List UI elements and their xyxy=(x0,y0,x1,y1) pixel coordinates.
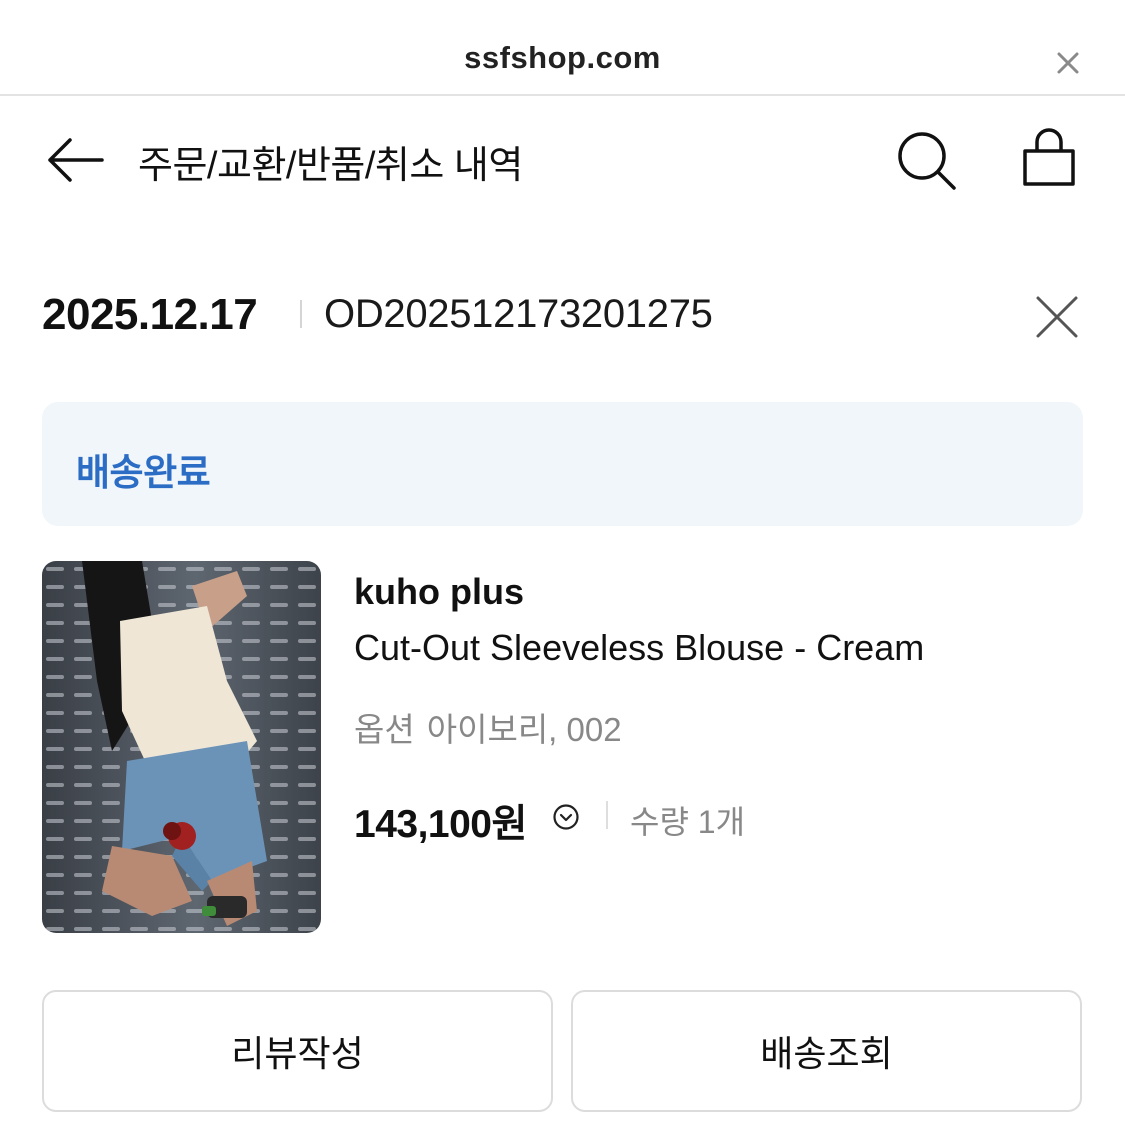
search-icon xyxy=(892,132,958,196)
product-thumbnail[interactable] xyxy=(42,561,321,933)
divider xyxy=(606,801,608,829)
product-option: 옵션 아이보리, 002 xyxy=(354,703,622,751)
order-product-item[interactable]: kuho plus Cut-Out Sleeveless Blouse - Cr… xyxy=(42,561,1083,933)
product-name[interactable]: Cut-Out Sleeveless Blouse - Cream xyxy=(354,627,924,669)
track-delivery-button[interactable]: 배송조회 xyxy=(571,990,1082,1112)
write-review-button[interactable]: 리뷰작성 xyxy=(42,990,553,1112)
product-quantity: 수량 1개 xyxy=(630,804,746,840)
page-header: 주문/교환/반품/취소 내역 xyxy=(0,96,1125,226)
delivery-status-label: 배송완료 xyxy=(76,452,211,493)
page-title: 주문/교환/반품/취소 내역 xyxy=(138,145,523,187)
url-text[interactable]: ssfshop.com xyxy=(0,40,1125,76)
chevron-down-circle-icon xyxy=(552,804,580,835)
price-row: 143,100원 수량 1개 xyxy=(354,793,1054,846)
price-detail-toggle[interactable] xyxy=(552,803,580,831)
back-button[interactable] xyxy=(42,132,108,188)
close-icon[interactable] xyxy=(1053,48,1083,78)
product-price: 143,100원 xyxy=(354,803,527,846)
divider xyxy=(300,300,302,328)
option-value: 아이보리, 002 xyxy=(426,711,622,748)
order-info-row: 2025.12.17 OD202512173201275 xyxy=(42,288,1083,344)
delete-order-button[interactable] xyxy=(1034,294,1080,340)
close-icon xyxy=(1034,296,1080,344)
order-number: OD202512173201275 xyxy=(324,292,713,336)
shopping-bag-icon xyxy=(1016,128,1082,196)
cart-button[interactable] xyxy=(1016,126,1082,192)
back-arrow-icon xyxy=(42,138,108,192)
option-label: 옵션 xyxy=(354,711,415,748)
browser-url-bar: ssfshop.com xyxy=(0,0,1125,96)
order-date: 2025.12.17 xyxy=(42,290,258,339)
search-button[interactable] xyxy=(892,126,958,192)
delivery-status-banner: 배송완료 xyxy=(42,402,1083,526)
product-brand: kuho plus xyxy=(354,571,524,612)
